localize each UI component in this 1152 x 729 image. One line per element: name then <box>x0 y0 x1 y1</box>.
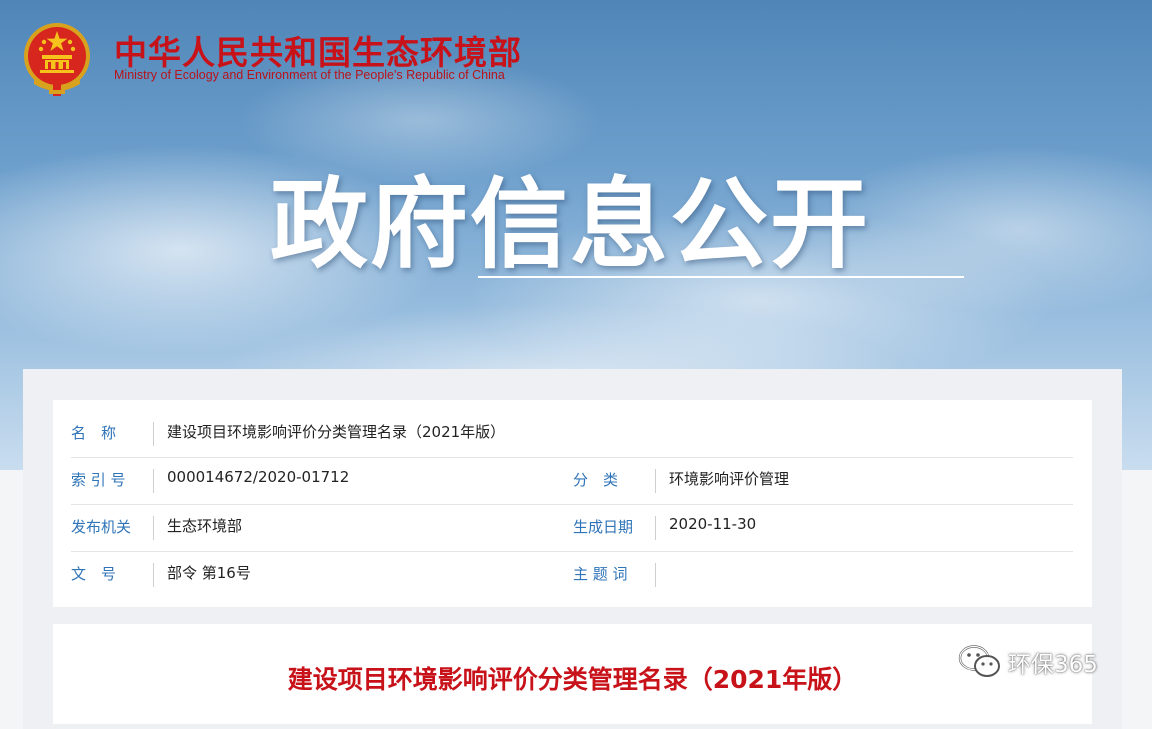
keywords-label: 主 题 词 <box>573 565 628 583</box>
metadata-row-name: 名 称 建设项目环境影响评价分类管理名录（2021年版） <box>71 410 1073 458</box>
name-value: 建设项目环境影响评价分类管理名录（2021年版） <box>167 423 506 441</box>
row-divider <box>655 469 656 493</box>
doc-number-value: 部令 第16号 <box>167 564 251 582</box>
row-divider <box>153 422 154 446</box>
document-metadata-card: 名 称 建设项目环境影响评价分类管理名录（2021年版） 索 引 号 00001… <box>53 400 1092 607</box>
row-divider <box>655 516 656 540</box>
row-divider <box>153 563 154 587</box>
date-value: 2020-11-30 <box>669 515 757 533</box>
document-title: 建设项目环境影响评价分类管理名录（2021年版） <box>287 665 858 694</box>
ministry-name-cn[interactable]: 中华人民共和国生态环境部 <box>114 26 522 74</box>
category-value: 环境影响评价管理 <box>669 470 790 488</box>
watermark-text: 环保365 <box>1008 652 1098 678</box>
national-emblem-icon[interactable] <box>22 18 92 98</box>
wechat-icon <box>958 645 1000 677</box>
metadata-row-issuer: 发布机关 生态环境部 生成日期 2020-11-30 <box>71 504 1073 552</box>
metadata-row-docno: 文 号 部令 第16号 主 题 词 <box>71 551 1073 598</box>
index-value: 000014672/2020-01712 <box>167 468 350 486</box>
document-body-card: 建设项目环境影响评价分类管理名录（2021年版） <box>53 624 1092 724</box>
banner-title: 政府信息公开 <box>270 168 871 282</box>
watermark: 环保365 <box>958 644 1098 680</box>
issuer-label: 发布机关 <box>71 518 132 536</box>
category-label: 分 类 <box>573 471 619 489</box>
row-divider <box>153 469 154 493</box>
row-divider <box>153 516 154 540</box>
name-label: 名 称 <box>71 424 117 442</box>
index-label: 索 引 号 <box>71 471 126 489</box>
issuer-value: 生态环境部 <box>167 517 243 535</box>
row-divider <box>655 563 656 587</box>
date-label: 生成日期 <box>573 518 634 536</box>
title-underline <box>478 276 964 278</box>
metadata-row-index: 索 引 号 000014672/2020-01712 分 类 环境影响评价管理 <box>71 457 1073 505</box>
ministry-name-en: Ministry of Ecology and Environment of t… <box>114 68 505 82</box>
doc-number-label: 文 号 <box>71 565 117 583</box>
